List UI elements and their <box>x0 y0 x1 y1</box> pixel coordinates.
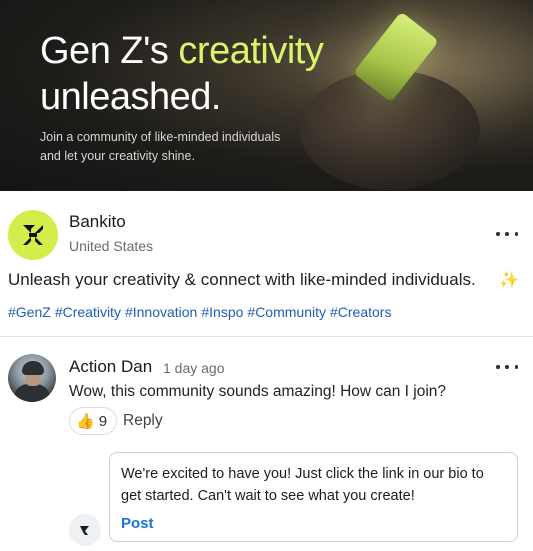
banner-headline-line1: Gen Z's creativity <box>40 28 324 74</box>
comment-reaction-button[interactable]: 👍 9 <box>69 407 117 435</box>
banner-headline-accent: creativity <box>178 30 324 72</box>
banner-headline-line2: unleashed. <box>40 76 221 118</box>
reaction-count: 9 <box>98 412 108 430</box>
more-dot-icon <box>496 365 500 369</box>
more-dot-icon <box>514 365 518 369</box>
thumbs-up-icon: 👍 <box>76 412 95 430</box>
more-dot-icon <box>496 232 500 236</box>
hashtag-link[interactable]: #Inspo <box>201 304 243 320</box>
banner-subtext-line2: and let your creativity shine. <box>40 149 195 163</box>
comment-timestamp: 1 day ago <box>163 360 225 376</box>
reply-input-text[interactable]: We're excited to have you! Just click th… <box>121 463 505 507</box>
reply-composer[interactable]: We're excited to have you! Just click th… <box>109 452 518 542</box>
reply-brand-logo-icon <box>80 526 89 535</box>
post-hashtags: #GenZ #Creativity #Innovation #Inspo #Co… <box>8 304 391 320</box>
avatar-body-shape <box>14 384 50 402</box>
post-body-text: Unleash your creativity & connect with l… <box>8 270 476 289</box>
commenter-name[interactable]: Action Dan <box>69 357 152 377</box>
reply-button[interactable]: Reply <box>123 412 163 430</box>
post-author-name[interactable]: Bankito <box>69 212 126 232</box>
post-author-avatar[interactable] <box>8 210 58 260</box>
banner-headline: Gen Z's creativity unleashed. <box>40 28 324 120</box>
post-author-location: United States <box>69 238 154 254</box>
hero-banner: Gen Z's creativity unleashed. Join a com… <box>0 0 533 191</box>
hashtag-link[interactable]: #GenZ <box>8 304 51 320</box>
commenter-avatar[interactable] <box>8 354 56 402</box>
section-divider <box>0 336 533 337</box>
avatar-helmet-shape <box>22 361 44 375</box>
reply-author-avatar <box>69 514 101 546</box>
hashtag-link[interactable]: #Innovation <box>125 304 197 320</box>
post-more-options-button[interactable] <box>496 227 518 241</box>
hashtag-link[interactable]: #Creativity <box>55 304 121 320</box>
post-reply-button[interactable]: Post <box>121 515 154 532</box>
more-dot-icon <box>505 232 509 236</box>
comment-more-options-button[interactable] <box>496 360 518 374</box>
banner-headline-prefix: Gen Z's <box>40 30 179 72</box>
comment-body-text: Wow, this community sounds amazing! How … <box>69 383 447 400</box>
hashtag-link[interactable]: #Community <box>247 304 326 320</box>
bankito-logo-icon <box>23 225 43 245</box>
sparkles-icon: ✨ <box>499 272 519 289</box>
banner-subtext: Join a community of like-minded individu… <box>40 128 340 166</box>
more-dot-icon <box>514 232 518 236</box>
more-dot-icon <box>505 365 509 369</box>
hashtag-link[interactable]: #Creators <box>330 304 391 320</box>
banner-subtext-line1: Join a community of like-minded individu… <box>40 130 281 144</box>
app-root: Gen Z's creativity unleashed. Join a com… <box>0 0 533 551</box>
